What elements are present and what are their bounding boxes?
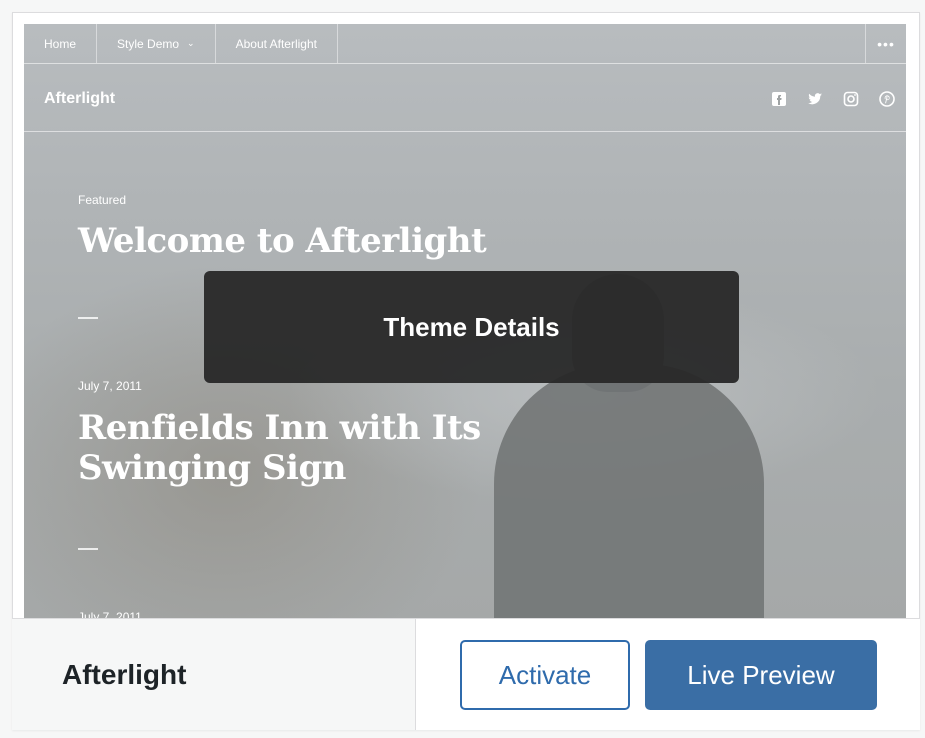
nav-spacer	[338, 24, 866, 63]
site-header: Afterlight	[24, 64, 906, 132]
post-title[interactable]: Renfields Inn with Its Swinging Sign	[78, 408, 481, 488]
preview-top-nav: Home Style Demo ⌄ About Afterlight •••	[24, 24, 906, 64]
post-title-line: Swinging Sign	[78, 448, 346, 488]
nav-item-label: Style Demo	[117, 36, 180, 51]
live-preview-button[interactable]: Live Preview	[645, 640, 877, 710]
theme-details-overlay[interactable]: Theme Details	[204, 271, 739, 383]
facebook-icon[interactable]	[770, 90, 788, 108]
social-links	[770, 90, 896, 108]
more-menu-icon[interactable]: •••	[866, 24, 906, 63]
activate-button[interactable]: Activate	[460, 640, 630, 710]
post-title-line: Renfields Inn with Its	[78, 408, 481, 448]
theme-name-area: Afterlight	[12, 618, 416, 730]
site-title[interactable]: Afterlight	[44, 90, 115, 108]
theme-actions: Activate Live Preview	[416, 618, 920, 730]
post-date: July 7, 2011	[78, 379, 142, 393]
nav-item-label: Home	[44, 36, 77, 51]
nav-item-about[interactable]: About Afterlight	[216, 24, 338, 63]
post-meta-featured: Featured	[78, 193, 127, 207]
nav-item-label: About Afterlight	[235, 36, 317, 51]
theme-details-label: Theme Details	[383, 311, 560, 342]
nav-item-home[interactable]: Home	[24, 24, 98, 63]
post-title[interactable]: Welcome to Afterlight	[78, 221, 487, 261]
hooded-figure-body	[494, 364, 764, 630]
twitter-icon[interactable]	[806, 90, 824, 108]
chevron-down-icon: ⌄	[187, 38, 195, 48]
post-divider	[78, 317, 98, 319]
instagram-icon[interactable]	[842, 90, 860, 108]
theme-card-footer: Afterlight Activate Live Preview	[12, 618, 920, 730]
theme-name: Afterlight	[62, 658, 187, 690]
pinterest-icon[interactable]	[878, 90, 896, 108]
nav-item-style-demo[interactable]: Style Demo ⌄	[97, 24, 216, 63]
post-divider	[78, 548, 98, 550]
